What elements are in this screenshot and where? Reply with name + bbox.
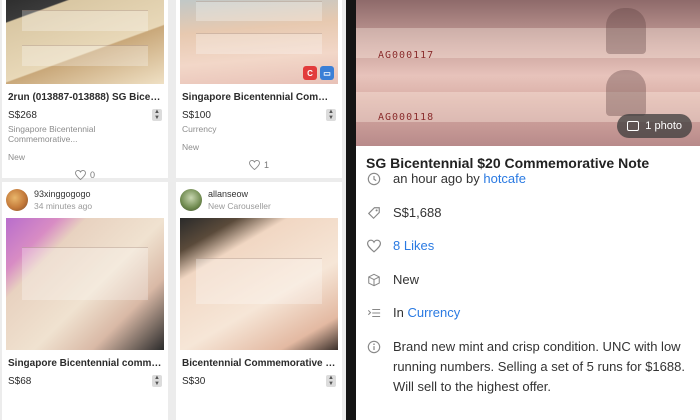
listing-title[interactable]: Singapore Bicentennial Comme... bbox=[182, 92, 336, 103]
listing-photo[interactable] bbox=[6, 218, 164, 350]
posted-time: an hour ago by bbox=[393, 171, 484, 186]
seller-link[interactable]: hotcafe bbox=[483, 171, 526, 186]
heart-icon bbox=[367, 239, 381, 253]
like-button[interactable]: 0 bbox=[8, 170, 162, 180]
panel-divider bbox=[346, 0, 356, 420]
listing-condition: New bbox=[182, 142, 200, 152]
like-count: 0 bbox=[89, 170, 95, 180]
listing-card[interactable]: 93xinggogogo 34 minutes ago Singapore Bi… bbox=[2, 182, 168, 420]
seller-header[interactable]: 93xinggogogo 34 minutes ago bbox=[2, 182, 168, 218]
photo-count-button[interactable]: 1 photo bbox=[617, 114, 692, 138]
listing-title: SG Bicentennial $20 Commemorative Note bbox=[366, 155, 650, 171]
photo-icon bbox=[627, 121, 640, 131]
heart-icon bbox=[75, 170, 86, 180]
seller-header[interactable]: allanseow New Carouseller bbox=[176, 182, 342, 218]
condition-row: New bbox=[356, 272, 700, 306]
more-options-icon[interactable]: ▲ ▼ bbox=[152, 375, 162, 387]
seller-name[interactable]: 93xinggogogo bbox=[34, 188, 92, 200]
more-options-icon[interactable]: ▲ ▼ bbox=[326, 109, 336, 121]
listing-price: S$268 bbox=[8, 109, 37, 121]
seller-time: New Carouseller bbox=[208, 201, 271, 211]
detail-condition: New bbox=[393, 271, 420, 287]
posted-row: an hour ago by hotcafe bbox=[356, 171, 700, 205]
category-prefix: In bbox=[393, 305, 408, 321]
listings-grid: 2run (013887-013888) SG Bicen... S$268 ▲… bbox=[0, 0, 346, 420]
price-row: S$1,688 bbox=[356, 205, 700, 239]
price-tag-icon bbox=[367, 206, 380, 219]
clock-icon bbox=[367, 172, 381, 186]
seller-name[interactable]: allanseow bbox=[208, 188, 271, 200]
listing-card[interactable]: allanseow New Carouseller Bicentennial C… bbox=[176, 182, 342, 420]
listing-condition: New bbox=[8, 152, 26, 162]
listing-hero-photo[interactable]: AG000117 AG000118 1 photo bbox=[356, 0, 700, 146]
listing-price: S$100 bbox=[182, 109, 211, 121]
more-options-icon[interactable]: ▲ ▼ bbox=[326, 375, 336, 387]
heart-icon bbox=[249, 160, 260, 170]
detail-price: S$1,688 bbox=[393, 204, 442, 220]
photo-count: 1 photo bbox=[645, 120, 682, 132]
listing-category: Currency bbox=[182, 124, 217, 134]
card-badge-icon: ▭ bbox=[320, 66, 334, 80]
category-link[interactable]: Currency bbox=[407, 305, 460, 320]
listing-category: Singapore Bicentennial Commemorative... bbox=[8, 124, 96, 144]
likes-row[interactable]: 8 Likes bbox=[356, 238, 700, 272]
listing-price: S$30 bbox=[182, 375, 206, 387]
like-button[interactable]: 1 bbox=[182, 160, 336, 170]
avatar[interactable] bbox=[6, 189, 28, 211]
like-count: 1 bbox=[263, 160, 269, 170]
listing-card[interactable]: 2run (013887-013888) SG Bicen... S$268 ▲… bbox=[2, 0, 168, 180]
listing-description: Brand new mint and crisp condition. UNC … bbox=[393, 338, 685, 394]
listing-photo[interactable] bbox=[180, 218, 338, 350]
listing-detail: AG000117 AG000118 1 photo SG Bicentennia… bbox=[356, 0, 700, 420]
category-row: In Currency bbox=[356, 305, 700, 339]
info-icon bbox=[367, 340, 381, 354]
likes-link[interactable]: 8 Likes bbox=[393, 238, 434, 254]
listing-card[interactable]: C ▭ Singapore Bicentennial Comme... S$10… bbox=[176, 0, 342, 178]
seller-time: 34 minutes ago bbox=[34, 201, 93, 211]
description-row: Brand new mint and crisp condition. UNC … bbox=[356, 339, 700, 397]
listing-photo[interactable] bbox=[6, 0, 164, 84]
listing-title[interactable]: 2run (013887-013888) SG Bicen... bbox=[8, 92, 162, 103]
listing-photo[interactable]: C ▭ bbox=[180, 0, 338, 84]
avatar[interactable] bbox=[180, 189, 202, 211]
shield-badge-icon: C bbox=[303, 66, 317, 80]
category-list-icon bbox=[367, 309, 381, 318]
more-options-icon[interactable]: ▲ ▼ bbox=[152, 109, 162, 121]
condition-box-icon bbox=[368, 273, 380, 287]
listing-title[interactable]: Bicentennial Commemorative N... bbox=[182, 358, 336, 369]
listing-title[interactable]: Singapore Bicentennial comme... bbox=[8, 358, 162, 369]
listing-price: S$68 bbox=[8, 375, 32, 387]
